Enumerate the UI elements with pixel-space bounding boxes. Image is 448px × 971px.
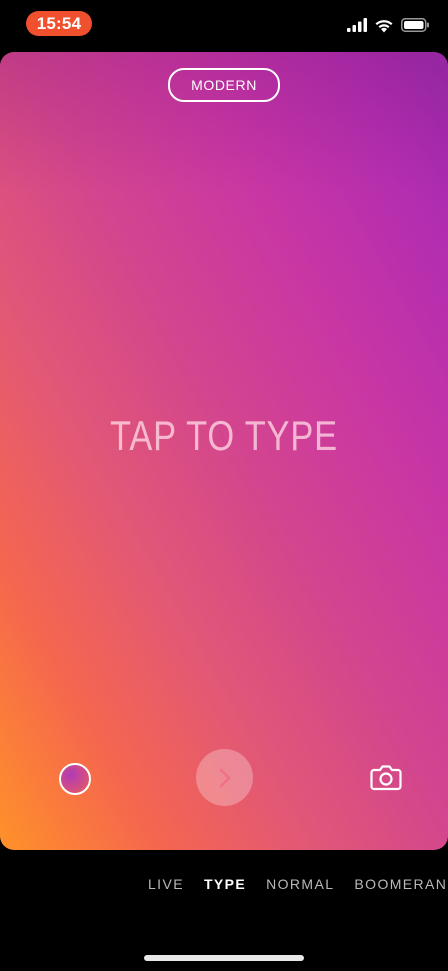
mode-live[interactable]: LIVE: [148, 876, 184, 892]
battery-icon: [401, 18, 429, 32]
home-indicator[interactable]: [144, 955, 304, 961]
camera-mode-selector: LIVE TYPE NORMAL BOOMERANG: [148, 876, 448, 892]
text-style-button[interactable]: MODERN: [168, 68, 280, 102]
chevron-right-icon: [219, 768, 230, 787]
color-picker-button[interactable]: [59, 763, 91, 795]
mode-type[interactable]: TYPE: [204, 876, 246, 892]
camera-icon[interactable]: [370, 763, 402, 791]
mode-boomerang[interactable]: BOOMERANG: [354, 876, 448, 892]
wifi-icon: [375, 19, 393, 32]
tap-to-type-placeholder[interactable]: TAP TO TYPE: [40, 412, 407, 460]
status-time[interactable]: 15:54: [26, 11, 92, 36]
story-canvas[interactable]: MODERN TAP TO TYPE: [0, 52, 448, 850]
next-button[interactable]: [196, 749, 253, 806]
status-icons: [347, 16, 430, 34]
status-bar: 15:54: [0, 0, 448, 50]
signal-icon: [347, 18, 367, 32]
mode-normal[interactable]: NORMAL: [266, 876, 334, 892]
